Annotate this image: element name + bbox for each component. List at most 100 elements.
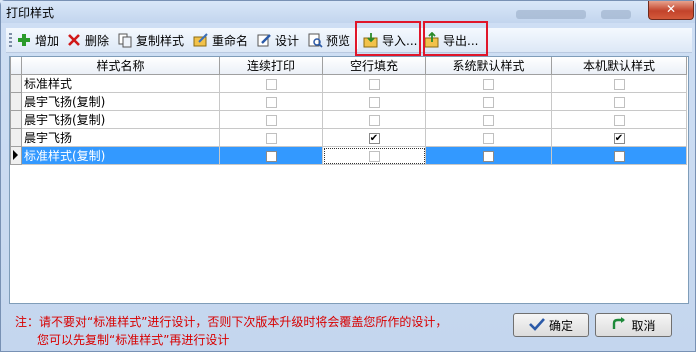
pencil-icon xyxy=(256,32,272,48)
continuous-print-checkbox[interactable] xyxy=(265,114,277,126)
import-icon xyxy=(363,32,379,48)
style-name-cell[interactable]: 晨宇飞扬 xyxy=(21,128,220,147)
rename-label: 重命名 xyxy=(212,33,249,48)
local-default-checkbox[interactable] xyxy=(613,96,625,108)
toolbar-grip[interactable] xyxy=(9,33,12,47)
system-default-checkbox-cell[interactable] xyxy=(425,92,552,111)
system-default-checkbox[interactable] xyxy=(483,78,494,90)
column-header-system-default[interactable]: 系统默认样式 xyxy=(425,57,552,75)
table-row[interactable]: 晨宇飞扬(复制) xyxy=(10,110,687,129)
system-default-checkbox-cell[interactable] xyxy=(425,110,552,129)
fill-empty-checkbox-cell-focused[interactable] xyxy=(322,146,426,165)
warning-note-line-2: 您可以先复制“标准样式”再进行设计 xyxy=(37,333,230,347)
copy-icon xyxy=(117,32,133,48)
style-name-cell[interactable]: 晨宇飞扬(复制) xyxy=(21,92,220,111)
column-header-continuous[interactable]: 连续打印 xyxy=(219,57,323,75)
current-row-arrow-icon xyxy=(13,149,18,160)
fill-empty-checkbox[interactable] xyxy=(368,96,380,108)
close-button[interactable]: ✕ xyxy=(648,1,694,20)
table-row[interactable]: 晨宇飞扬 ✔ ✔ xyxy=(10,128,687,147)
check-icon xyxy=(529,317,545,334)
design-label: 设计 xyxy=(275,33,300,48)
fill-empty-checkbox[interactable] xyxy=(368,78,380,90)
continuous-print-checkbox-cell[interactable] xyxy=(219,146,323,165)
add-button[interactable]: 增加 xyxy=(16,30,59,50)
style-name-cell[interactable]: 标准样式(复制) xyxy=(21,146,220,165)
row-indicator-current xyxy=(10,146,22,165)
row-indicator xyxy=(10,92,22,111)
window-title: 打印样式 xyxy=(6,6,55,20)
fill-empty-checkbox[interactable] xyxy=(368,114,380,126)
design-button[interactable]: 设计 xyxy=(256,30,299,50)
system-default-checkbox-cell[interactable] xyxy=(425,74,552,93)
delete-x-icon xyxy=(66,32,82,48)
import-label: 导入... xyxy=(382,33,418,48)
fill-empty-checkbox-cell[interactable] xyxy=(322,110,426,129)
continuous-print-checkbox-cell[interactable] xyxy=(219,74,323,93)
row-indicator xyxy=(10,110,22,129)
local-default-checkbox-cell[interactable] xyxy=(551,146,687,165)
continuous-print-checkbox[interactable] xyxy=(265,78,277,90)
system-default-checkbox[interactable] xyxy=(483,96,494,108)
table-row[interactable]: 标准样式 xyxy=(10,74,687,93)
fill-empty-checkbox-cell[interactable]: ✔ xyxy=(322,128,426,147)
rename-button[interactable]: 重命名 xyxy=(193,30,248,50)
grid-header-row: 样式名称 连续打印 空行填充 系统默认样式 本机默认样式 xyxy=(10,57,687,75)
export-icon xyxy=(424,31,440,48)
table-row-selected[interactable]: 标准样式(复制) xyxy=(10,146,687,165)
row-indicator-header xyxy=(10,57,22,75)
continuous-print-checkbox[interactable] xyxy=(265,132,277,144)
warning-note-line-1: 注：请不要对“标准样式”进行设计，否则下次版本升级时将会覆盖您所作的设计， xyxy=(15,315,448,329)
column-header-local-default[interactable]: 本机默认样式 xyxy=(551,57,687,75)
column-header-name[interactable]: 样式名称 xyxy=(21,57,220,75)
blurred-text xyxy=(516,10,586,19)
delete-label: 删除 xyxy=(85,33,110,48)
system-default-checkbox-cell[interactable] xyxy=(425,146,552,165)
row-indicator xyxy=(10,128,22,147)
fill-empty-checkbox-cell[interactable] xyxy=(322,92,426,111)
return-arrow-icon xyxy=(611,316,627,334)
preview-label: 预览 xyxy=(326,33,351,48)
local-default-checkbox[interactable] xyxy=(613,78,625,90)
warning-note: 注：请不要对“标准样式”进行设计，否则下次版本升级时将会覆盖您所作的设计， 您可… xyxy=(15,313,447,349)
add-label: 增加 xyxy=(35,33,60,48)
plus-icon xyxy=(16,32,32,48)
local-default-checkbox-checked[interactable]: ✔ xyxy=(613,132,625,144)
rename-icon xyxy=(193,32,209,48)
fill-empty-checkbox-checked[interactable]: ✔ xyxy=(368,132,380,144)
print-style-dialog: 打印样式 ✕ 增加 删除 复制样式 重命名 设计 预览 导入... 导出... … xyxy=(0,0,696,352)
local-default-checkbox-cell[interactable] xyxy=(551,110,687,129)
table-row[interactable]: 晨宇飞扬(复制) xyxy=(10,92,687,111)
local-default-checkbox[interactable] xyxy=(613,150,625,162)
row-indicator xyxy=(10,74,22,93)
fill-empty-checkbox[interactable] xyxy=(368,150,380,162)
fill-empty-checkbox-cell[interactable] xyxy=(322,74,426,93)
ok-label: 确定 xyxy=(548,318,573,333)
ok-button[interactable]: 确定 xyxy=(513,313,589,337)
continuous-print-checkbox-cell[interactable] xyxy=(219,110,323,129)
export-button[interactable]: 导出... xyxy=(424,30,478,50)
local-default-checkbox-cell[interactable]: ✔ xyxy=(551,128,687,147)
toolbar-separator xyxy=(356,31,358,49)
style-name-cell[interactable]: 晨宇飞扬(复制) xyxy=(21,110,220,129)
style-name-cell[interactable]: 标准样式 xyxy=(21,74,220,93)
delete-button[interactable]: 删除 xyxy=(66,30,109,50)
continuous-print-checkbox[interactable] xyxy=(265,150,277,162)
local-default-checkbox-cell[interactable] xyxy=(551,92,687,111)
style-grid: 样式名称 连续打印 空行填充 系统默认样式 本机默认样式 标准样式 晨宇飞扬(复… xyxy=(9,56,689,304)
import-button[interactable]: 导入... xyxy=(363,30,417,50)
local-default-checkbox-cell[interactable] xyxy=(551,74,687,93)
continuous-print-checkbox[interactable] xyxy=(265,96,277,108)
copy-style-button[interactable]: 复制样式 xyxy=(117,30,184,50)
continuous-print-checkbox-cell[interactable] xyxy=(219,128,323,147)
system-default-checkbox[interactable] xyxy=(483,114,494,126)
preview-button[interactable]: 预览 xyxy=(307,30,350,50)
system-default-checkbox-cell[interactable] xyxy=(425,128,552,147)
column-header-fill[interactable]: 空行填充 xyxy=(322,57,426,75)
system-default-checkbox[interactable] xyxy=(483,150,494,162)
system-default-checkbox[interactable] xyxy=(483,132,494,144)
continuous-print-checkbox-cell[interactable] xyxy=(219,92,323,111)
cancel-label: 取消 xyxy=(631,318,656,333)
local-default-checkbox[interactable] xyxy=(613,114,625,126)
cancel-button[interactable]: 取消 xyxy=(595,313,672,337)
